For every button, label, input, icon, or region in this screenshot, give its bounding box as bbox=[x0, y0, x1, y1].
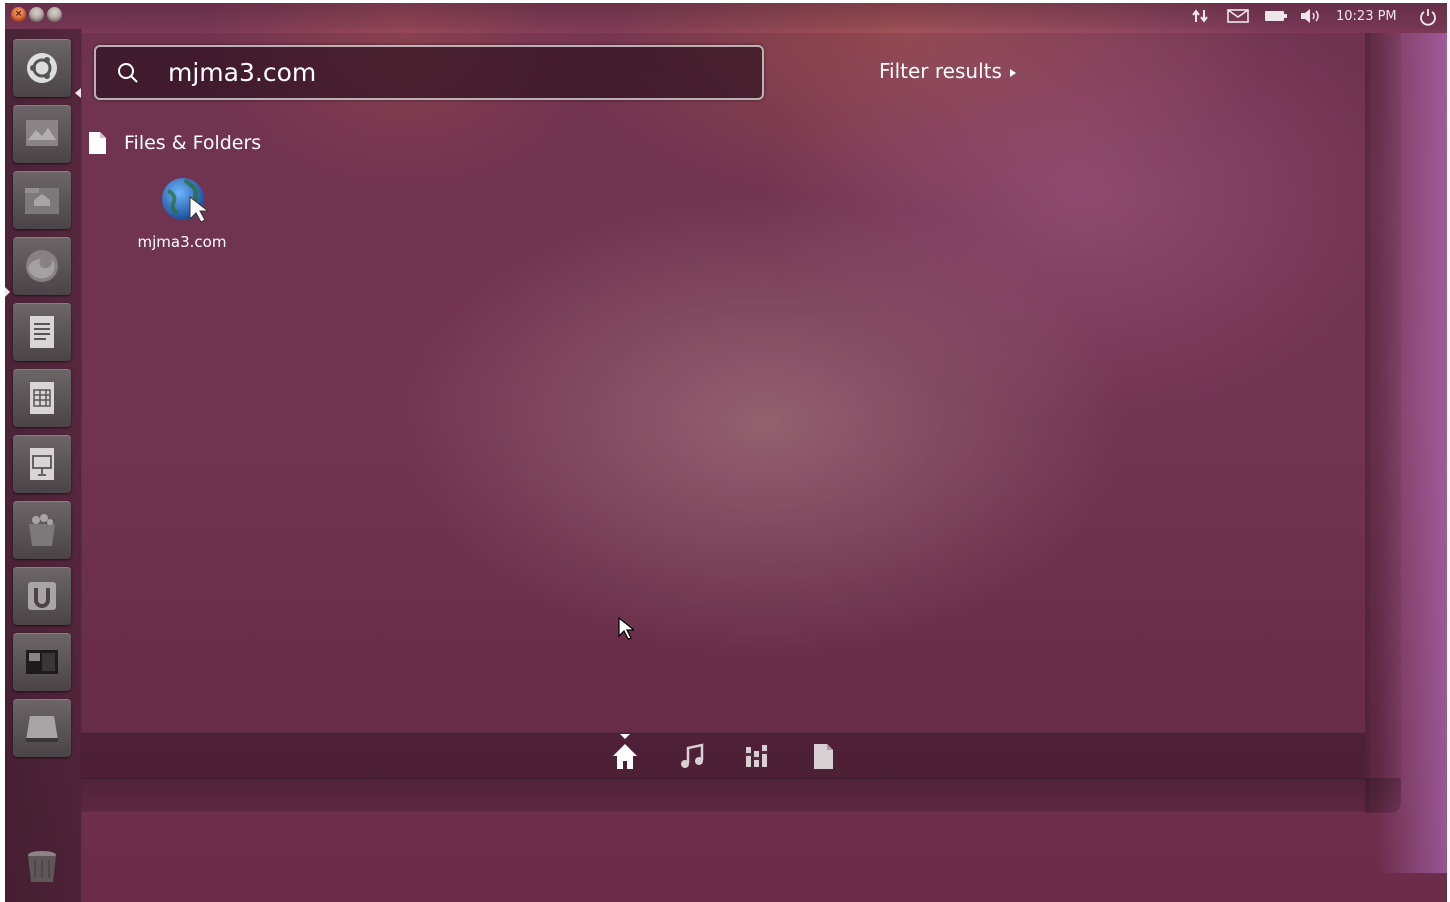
writer-icon bbox=[30, 316, 54, 348]
filter-results-button[interactable]: Filter results bbox=[879, 59, 1016, 83]
software-center-icon bbox=[29, 514, 55, 546]
files-lens-icon bbox=[814, 744, 833, 769]
network-icon[interactable] bbox=[1191, 8, 1211, 29]
dash-border bbox=[1365, 33, 1401, 813]
launcher-item-libreoffice-impress[interactable] bbox=[13, 435, 71, 493]
apps-lens-icon bbox=[745, 745, 768, 767]
launcher-item-software-center[interactable] bbox=[13, 501, 71, 559]
launcher-item-home-folder[interactable] bbox=[13, 171, 71, 229]
impress-icon bbox=[30, 448, 54, 480]
launcher-item-libreoffice-writer[interactable] bbox=[13, 303, 71, 361]
active-lens-indicator bbox=[620, 734, 630, 739]
search-input[interactable] bbox=[168, 55, 728, 89]
ubuntu-one-icon bbox=[28, 582, 56, 610]
launcher-item-dash-home[interactable] bbox=[13, 39, 71, 97]
home-folder-icon bbox=[25, 188, 59, 214]
launcher bbox=[5, 29, 82, 902]
desktop: × 10:23 PM mjma3.com Filter results File… bbox=[5, 3, 1447, 902]
ubuntu-logo-icon bbox=[27, 53, 57, 83]
top-panel: × 10:23 PM bbox=[5, 3, 1447, 29]
launcher-item-workspace-switcher[interactable] bbox=[13, 105, 71, 163]
web-link-icon bbox=[162, 178, 210, 223]
mouse-pointer-icon bbox=[618, 617, 634, 640]
window-minimize-button[interactable] bbox=[29, 7, 44, 22]
filter-results-label: Filter results bbox=[879, 59, 1002, 83]
firefox-icon bbox=[26, 250, 58, 282]
category-title: Files & Folders bbox=[124, 132, 262, 154]
chevron-right-icon bbox=[1009, 68, 1016, 77]
launcher-item-trash[interactable] bbox=[13, 837, 71, 895]
trash-icon bbox=[28, 851, 56, 882]
battery-icon[interactable] bbox=[1264, 8, 1288, 29]
home-lens-icon bbox=[613, 744, 637, 769]
window-close-button[interactable]: × bbox=[11, 7, 26, 22]
volume-icon[interactable] bbox=[1300, 8, 1322, 29]
session-icon[interactable] bbox=[1419, 8, 1437, 31]
file-icon bbox=[89, 132, 106, 154]
lens-applications-button[interactable] bbox=[743, 741, 771, 771]
drive-icon bbox=[26, 716, 58, 742]
dash-overlay bbox=[81, 33, 1370, 811]
result-label: mjma3.com bbox=[137, 233, 227, 251]
lens-bar bbox=[81, 732, 1365, 779]
result-item[interactable]: mjma3.com bbox=[127, 175, 237, 261]
calc-icon bbox=[30, 382, 54, 414]
window-maximize-button[interactable] bbox=[47, 7, 62, 22]
dash-border bbox=[81, 778, 1401, 812]
launcher-item-drive[interactable] bbox=[13, 699, 71, 757]
mail-icon[interactable] bbox=[1227, 8, 1249, 29]
lens-music-button[interactable] bbox=[678, 741, 706, 771]
music-lens-icon bbox=[681, 743, 704, 768]
search-icon bbox=[118, 63, 138, 83]
search-box[interactable] bbox=[94, 45, 764, 100]
lens-home-button[interactable] bbox=[611, 741, 639, 771]
clock[interactable]: 10:23 PM bbox=[1336, 9, 1397, 25]
settings-icon bbox=[26, 650, 58, 674]
running-app-indicator bbox=[5, 287, 10, 297]
lens-files-button[interactable] bbox=[809, 741, 837, 771]
launcher-item-libreoffice-calc[interactable] bbox=[13, 369, 71, 427]
launcher-item-firefox[interactable] bbox=[13, 237, 71, 295]
workspaces-icon bbox=[26, 120, 58, 146]
launcher-item-ubuntu-one[interactable] bbox=[13, 567, 71, 625]
launcher-item-system-settings[interactable] bbox=[13, 633, 71, 691]
